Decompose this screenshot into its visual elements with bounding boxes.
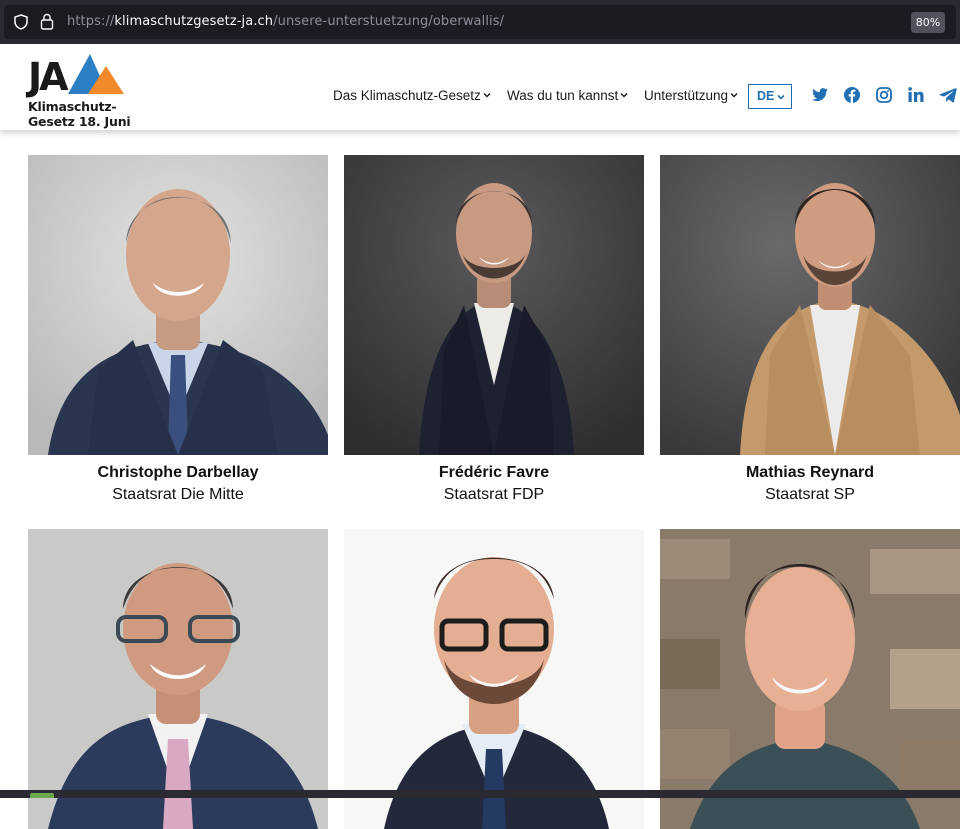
- person-card[interactable]: [660, 529, 960, 829]
- url-scheme: https://: [67, 14, 115, 29]
- language-select[interactable]: DE: [748, 84, 792, 109]
- tab-indicator: [30, 793, 54, 798]
- person-name: Frédéric Favre: [438, 464, 550, 481]
- logo-line-1: Klimaschutz-: [28, 99, 117, 114]
- tracking-shield-icon[interactable]: [13, 14, 29, 30]
- url-host: klimaschutzgesetz-ja.ch: [114, 14, 274, 29]
- person-card[interactable]: [344, 529, 644, 829]
- nav-item-unterstuetzung[interactable]: Unterstützung: [644, 88, 738, 103]
- chevron-down-icon: [483, 93, 491, 98]
- portrait-photo: [660, 529, 960, 829]
- person-role: Staatsrat FDP: [443, 486, 545, 503]
- zoom-badge[interactable]: 80%: [911, 12, 945, 33]
- person-name: Mathias Reynard: [745, 464, 875, 481]
- browser-bottom-bar: [0, 790, 960, 798]
- person-role: Staatsrat Die Mitte: [112, 486, 244, 503]
- portrait-photo: [344, 529, 644, 829]
- logo-line-2: Gesetz 18. Juni: [28, 114, 131, 129]
- language-label: DE: [757, 89, 775, 103]
- site-logo[interactable]: JA Klimaschutz- Gesetz 18. Juni: [28, 52, 131, 129]
- linkedin-icon[interactable]: [907, 86, 925, 104]
- nav-item-label: Unterstützung: [644, 88, 729, 103]
- nav-item-label: Was du tun kannst: [507, 88, 619, 103]
- url-path: /unsere-unterstuetzung/oberwallis/: [273, 14, 505, 29]
- nav-item-label: Das Klimaschutz-Gesetz: [333, 88, 481, 103]
- person-card[interactable]: Christophe Darbellay Staatsrat Die Mitte: [28, 155, 328, 515]
- facebook-icon[interactable]: [843, 86, 861, 104]
- person-role: Staatsrat SP: [765, 486, 855, 503]
- person-card[interactable]: Mathias Reynard Staatsrat SP: [660, 155, 960, 515]
- chevron-down-icon: [777, 94, 785, 100]
- url-text[interactable]: https://klimaschutzgesetz-ja.ch/unsere-u…: [67, 14, 504, 29]
- portrait-photo: [28, 155, 328, 455]
- browser-toolbar: https://klimaschutzgesetz-ja.ch/unsere-u…: [0, 0, 960, 44]
- chevron-down-icon: [730, 93, 738, 98]
- mountain-logo-icon: [68, 54, 124, 94]
- nav-item-was-du-tun-kannst[interactable]: Was du tun kannst: [507, 88, 628, 103]
- portrait-photo: [660, 155, 960, 455]
- portrait-photo: [344, 155, 644, 455]
- lock-icon[interactable]: [40, 13, 54, 30]
- person-card[interactable]: [28, 529, 328, 829]
- nav-item-gesetz[interactable]: Das Klimaschutz-Gesetz: [333, 88, 491, 103]
- person-card[interactable]: Frédéric Favre Staatsrat FDP: [344, 155, 644, 515]
- person-name: Christophe Darbellay: [97, 464, 259, 481]
- logo-ja: JA: [28, 55, 69, 99]
- telegram-icon[interactable]: [939, 86, 957, 104]
- portrait-photo: [28, 529, 328, 829]
- instagram-icon[interactable]: [875, 86, 893, 104]
- chevron-down-icon: [620, 93, 628, 98]
- twitter-icon[interactable]: [811, 86, 829, 104]
